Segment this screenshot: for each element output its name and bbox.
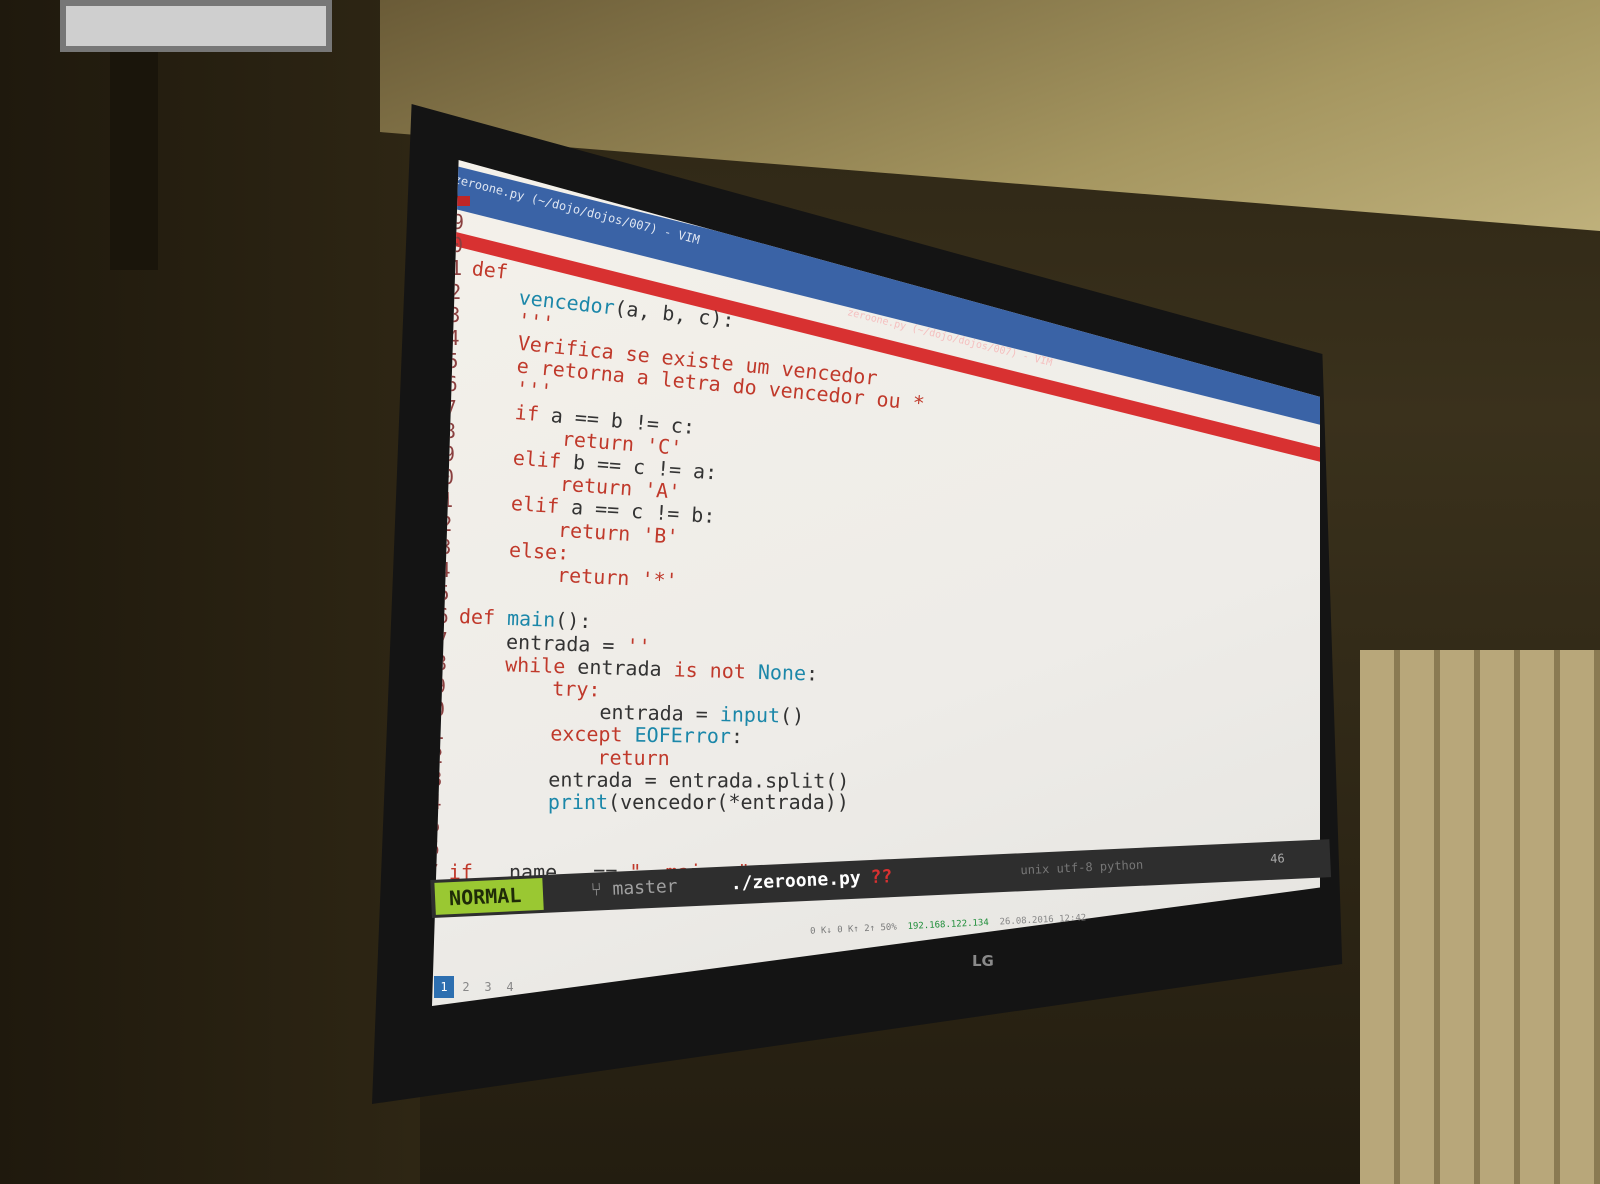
code-token: main (506, 606, 556, 633)
code-token: is not (673, 657, 759, 684)
code-line[interactable]: entrada = entrada.split() (452, 766, 850, 793)
file-info: unix utf-8 python (1020, 857, 1144, 878)
code-token: except (454, 720, 635, 748)
file-path: ./zeroone.py (730, 867, 862, 895)
code-token: (): (554, 608, 592, 634)
code-token: def (458, 604, 508, 631)
code-token: '*' (640, 566, 678, 593)
branch-name: master (612, 875, 678, 900)
code-token: entrada = entrada.split() (452, 766, 850, 793)
code-line[interactable]: return (453, 744, 670, 770)
tmux-window-list: 1 2 3 4 (434, 976, 514, 998)
modified-flag: ?? (870, 866, 893, 889)
code-token: None (757, 659, 807, 686)
lg-logo: LG (972, 952, 994, 970)
cursor-position: 46 (1269, 851, 1285, 866)
buffer-title: zeroone.py (~/dojo/dojos/007) - VIM (846, 307, 1054, 369)
code-token: : (805, 661, 819, 686)
left-wall (0, 0, 420, 1184)
code-line[interactable]: return '*' (459, 558, 678, 593)
ceiling-frame (60, 0, 332, 52)
tab-indicator-icon (456, 196, 470, 206)
tmux-tab-1[interactable]: 1 (434, 976, 454, 998)
tmux-tab-4[interactable]: 4 (500, 976, 520, 998)
code-token: return (459, 558, 642, 591)
tmux-tab-3[interactable]: 3 (478, 976, 498, 998)
code-token: '' (625, 633, 651, 659)
code-token: return (453, 743, 671, 770)
code-token: (vencedor(*entrada)) (608, 790, 849, 814)
code-token: : (730, 724, 744, 749)
tmux-tab-2[interactable]: 2 (456, 976, 476, 998)
mode-indicator: NORMAL (434, 877, 544, 915)
window-blinds (1360, 650, 1600, 1184)
code-token: () (779, 703, 805, 729)
code-token: EOFError (634, 723, 732, 749)
git-branch: ⑂ master (590, 875, 678, 901)
code-token: print (451, 790, 609, 814)
code-token: 'B' (641, 522, 680, 549)
wall-bracket (110, 20, 158, 270)
code-line[interactable]: print(vencedor(*entrada)) (452, 790, 849, 814)
